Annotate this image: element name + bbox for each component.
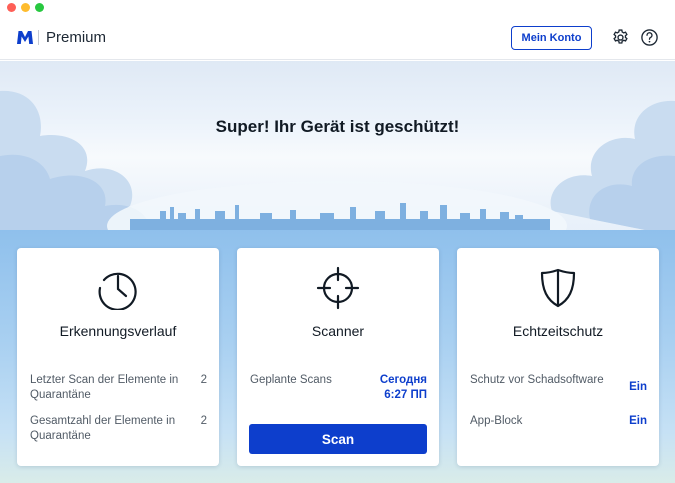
clouds-skyline-illustration <box>0 90 675 236</box>
header-divider <box>38 30 39 45</box>
app-block-toggle[interactable]: Ein <box>629 414 647 429</box>
total-quarantine-count: 2 <box>200 415 207 427</box>
minimize-window-button[interactable] <box>21 3 30 12</box>
help-icon[interactable] <box>640 28 659 47</box>
my-account-button[interactable]: Mein Konto <box>511 26 592 50</box>
close-window-button[interactable] <box>7 3 16 12</box>
shield-icon <box>540 268 576 308</box>
malwarebytes-logo <box>17 31 33 44</box>
zoom-window-button[interactable] <box>35 3 44 12</box>
last-scan-quarantine-label: Letzter Scan der Elemente in Quarantäne <box>30 374 179 401</box>
crosshair-icon <box>316 266 360 310</box>
status-hero: Super! Ihr Gerät ist geschützt! <box>0 61 675 236</box>
window-titlebar <box>0 0 675 16</box>
scanner-title: Scanner <box>311 323 365 339</box>
scheduled-scan-day[interactable]: Сегодня <box>380 373 427 388</box>
clock-history-icon <box>98 272 137 310</box>
scheduled-scans-label: Geplante Scans <box>250 374 332 386</box>
protection-status-title: Super! Ihr Gerät ist geschützt! <box>215 117 460 136</box>
last-scan-quarantine-count: 2 <box>200 374 207 386</box>
app-header: Premium Mein Konto <box>0 16 675 60</box>
detection-history-card[interactable]: Erkennungsverlauf Letzter Scan der Eleme… <box>17 248 219 466</box>
realtime-protection-card[interactable]: Echtzeitschutz Schutz vor Schadsoftware … <box>457 248 659 466</box>
scanner-card[interactable]: Scanner Geplante Scans Сегодня 6:27 ПП S… <box>237 248 439 466</box>
app-block-label: App-Block <box>470 415 523 427</box>
total-quarantine-label: Gesamtzahl der Elemente in Quarantäne <box>30 415 176 442</box>
scan-button[interactable]: Scan <box>249 424 427 454</box>
gear-icon[interactable] <box>611 28 630 47</box>
detection-history-title: Erkennungsverlauf <box>59 323 177 339</box>
realtime-protection-title: Echtzeitschutz <box>512 323 604 339</box>
malware-protection-label: Schutz vor Schadsoftware <box>470 374 604 386</box>
product-name: Premium <box>46 29 107 46</box>
malware-protection-toggle[interactable]: Ein <box>629 380 647 395</box>
scheduled-scan-time[interactable]: 6:27 ПП <box>384 388 427 403</box>
